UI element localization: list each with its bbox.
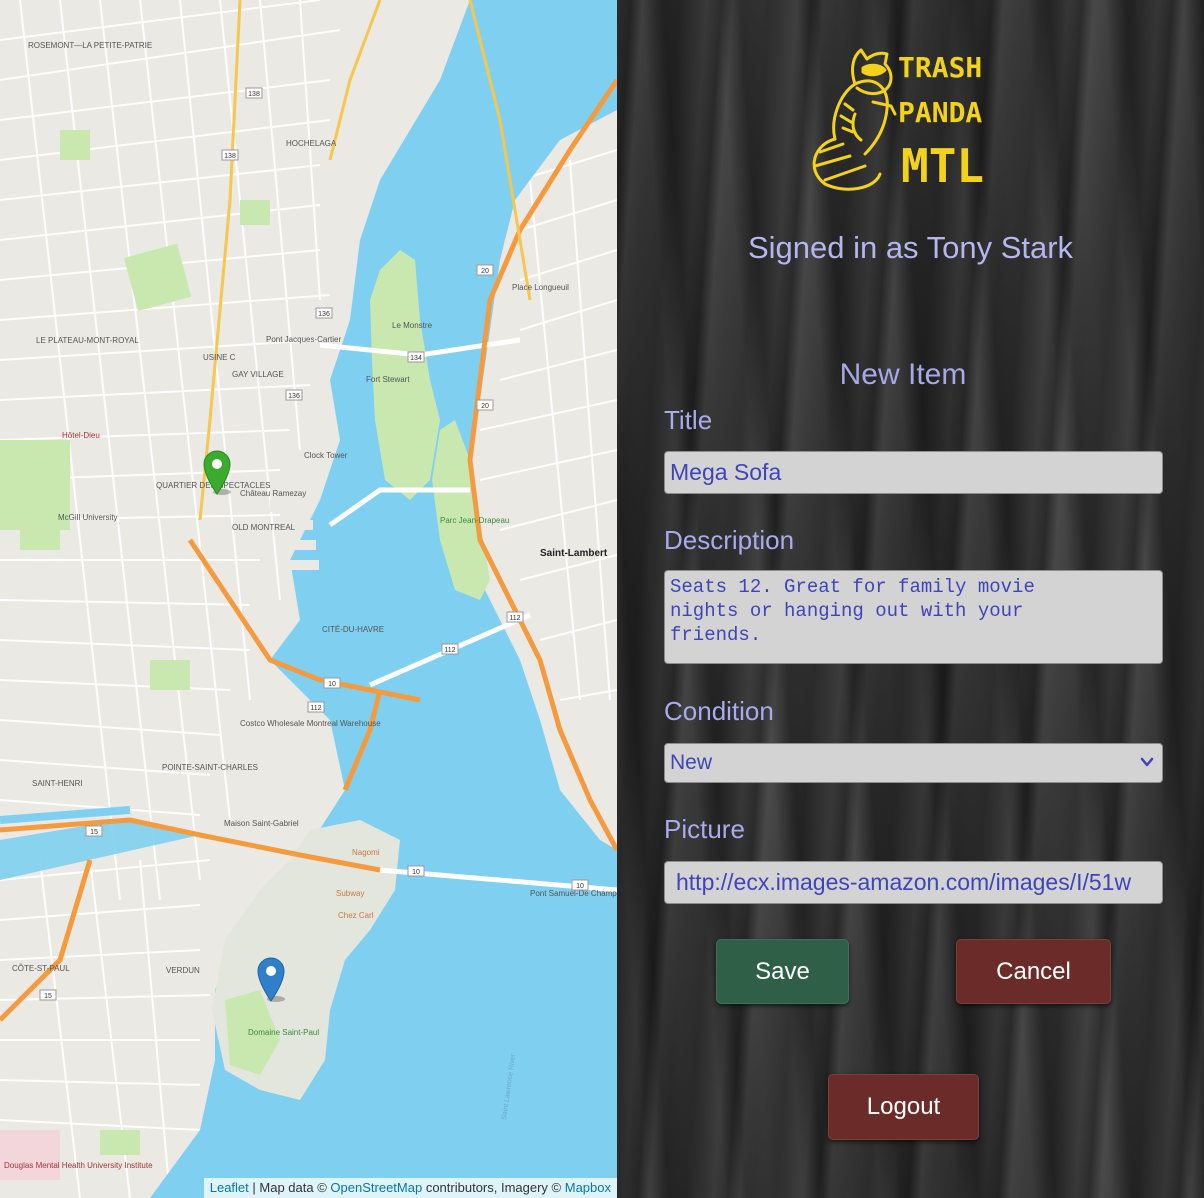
chevron-down-icon bbox=[1140, 757, 1154, 767]
condition-select[interactable]: New bbox=[664, 743, 1163, 783]
map-label-fort-stewart: Fort Stewart bbox=[366, 375, 410, 384]
logout-button[interactable]: Logout bbox=[828, 1074, 979, 1140]
map-label-cite-du-havre: CITÉ-DU-HAVRE bbox=[322, 625, 384, 634]
description-label: Description bbox=[664, 525, 795, 555]
map-label-saint-lambert: Saint-Lambert bbox=[540, 548, 608, 559]
logo-line-trash: TRASH bbox=[898, 51, 982, 84]
map-label-nagomi: Nagomi bbox=[352, 848, 380, 857]
map-label-mcgill: McGill University bbox=[58, 513, 118, 522]
map-marker-blue-icon[interactable] bbox=[256, 956, 286, 1002]
map-label-hochelaga: HOCHELAGA bbox=[286, 139, 337, 148]
map-shield: 138 bbox=[248, 91, 260, 98]
map-shield: 10 bbox=[412, 869, 420, 876]
map-shield: 112 bbox=[310, 705, 321, 712]
map-shield: 20 bbox=[481, 403, 489, 410]
map-shield: 136 bbox=[318, 311, 330, 318]
condition-selected-value: New bbox=[670, 751, 713, 774]
map-tiles[interactable]: ROSEMONT—LA PETITE-PATRIE LE PLATEAU-MON… bbox=[0, 0, 617, 1198]
map-label-place-longueuil: Place Longueuil bbox=[512, 283, 569, 292]
raccoon-icon bbox=[812, 48, 897, 191]
map[interactable]: ROSEMONT—LA PETITE-PATRIE LE PLATEAU-MON… bbox=[0, 0, 617, 1198]
map-label-pont-jacques-cartier: Pont Jacques-Cartier bbox=[266, 335, 341, 344]
map-marker-green-icon[interactable] bbox=[202, 449, 232, 495]
map-label-douglas: Douglas Mental Health University Institu… bbox=[4, 1161, 153, 1170]
trash-panda-logo: TRASH PANDA MTL bbox=[812, 48, 984, 193]
map-shield: 15 bbox=[90, 829, 98, 836]
map-label-cote-st-paul: CÔTE-ST-PAUL bbox=[12, 964, 70, 973]
map-label-le-monstre: Le Monstre bbox=[392, 321, 433, 330]
map-shield: 10 bbox=[328, 681, 336, 688]
cancel-button[interactable]: Cancel bbox=[956, 939, 1111, 1004]
attribution-imagery-text: contributors, Imagery © bbox=[425, 1180, 562, 1195]
map-attribution: Leaflet | Map data © OpenStreetMap contr… bbox=[203, 1178, 617, 1198]
map-label-verdun: VERDUN bbox=[166, 966, 200, 975]
signed-in-status: Signed in as Tony Stark bbox=[747, 230, 1074, 265]
map-label-domaine-st-paul: Domaine Saint-Paul bbox=[248, 1028, 319, 1037]
title-label: Title bbox=[664, 405, 713, 435]
map-shield: 10 bbox=[576, 883, 584, 890]
map-label-hotel-dieu: Hôtel-Dieu bbox=[62, 431, 100, 440]
openstreetmap-link[interactable]: OpenStreetMap bbox=[330, 1180, 422, 1195]
map-shield: 136 bbox=[288, 393, 300, 400]
map-label-old-montreal: OLD MONTREAL bbox=[232, 523, 296, 532]
description-textarea[interactable]: Seats 12. Great for family movie nights … bbox=[664, 570, 1163, 664]
map-label-chez-carl: Chez Carl bbox=[338, 911, 374, 920]
mapbox-link[interactable]: Mapbox bbox=[565, 1180, 611, 1195]
leaflet-link[interactable]: Leaflet bbox=[210, 1180, 249, 1195]
map-shield: 138 bbox=[224, 153, 236, 160]
map-label-gay-village: GAY VILLAGE bbox=[232, 370, 284, 379]
condition-label: Condition bbox=[664, 696, 774, 726]
map-shield: 112 bbox=[444, 647, 455, 654]
title-input[interactable]: Mega Sofa bbox=[664, 451, 1163, 494]
save-button[interactable]: Save bbox=[716, 939, 849, 1004]
map-label-maison-st-gabriel: Maison Saint-Gabriel bbox=[224, 819, 299, 828]
map-shield: 112 bbox=[509, 615, 520, 622]
picture-url-input[interactable]: http://ecx.images-amazon.com/images/I/51… bbox=[664, 861, 1163, 904]
logo-line-panda: PANDA bbox=[898, 96, 982, 129]
side-panel: TRASH PANDA MTL Signed in as Tony Stark … bbox=[617, 0, 1204, 1198]
map-label-clock-tower: Clock Tower bbox=[304, 451, 348, 460]
picture-label: Picture bbox=[664, 814, 745, 844]
form-title: New Item bbox=[839, 358, 967, 391]
map-label-subway: Subway bbox=[336, 889, 364, 898]
map-label-costco: Costco Wholesale Montreal Warehouse bbox=[240, 719, 381, 728]
map-label-pointe-st-charles: POINTE-SAINT-CHARLES bbox=[162, 763, 258, 772]
map-shield: 20 bbox=[481, 268, 489, 275]
map-label-rosemont: ROSEMONT—LA PETITE-PATRIE bbox=[28, 41, 152, 50]
map-shield: 134 bbox=[410, 355, 422, 362]
map-label-usine-c: USINE C bbox=[203, 353, 236, 362]
map-shield: 15 bbox=[44, 993, 52, 1000]
map-label-st-henri: SAINT-HENRI bbox=[32, 779, 83, 788]
map-label-plateau: LE PLATEAU-MONT-ROYAL bbox=[36, 336, 139, 345]
map-label-chateau-ramezay: Château Ramezay bbox=[240, 489, 306, 498]
logo-line-mtl: MTL bbox=[901, 139, 984, 193]
attribution-text: | Map data © bbox=[252, 1180, 327, 1195]
map-label-parc-jean-drapeau: Parc Jean-Drapeau bbox=[440, 516, 509, 525]
